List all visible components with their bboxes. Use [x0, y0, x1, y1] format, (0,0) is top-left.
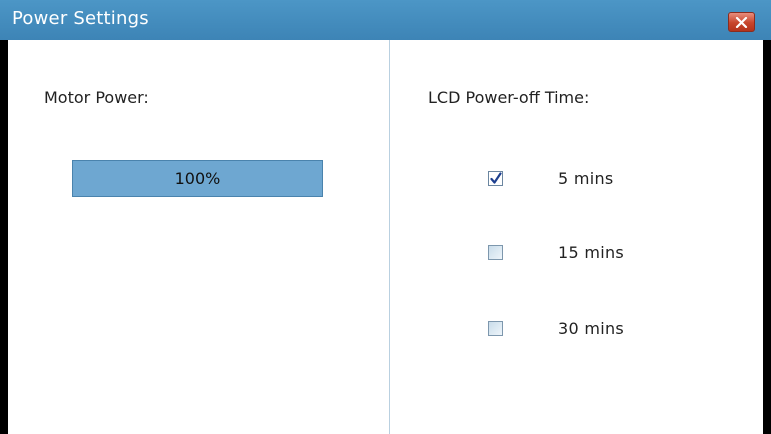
lcd-option-label: 30 mins: [558, 318, 625, 338]
lcd-power-off-label: LCD Power-off Time:: [428, 88, 590, 107]
close-icon: [735, 16, 748, 28]
window-frame-left: [0, 40, 8, 434]
motor-power-value: 100%: [174, 169, 221, 188]
window-title: Power Settings: [12, 8, 149, 29]
lcd-option-5-mins[interactable]: 5 mins: [488, 166, 688, 190]
close-button[interactable]: [728, 12, 755, 32]
lcd-option-30-mins[interactable]: 30 mins: [488, 316, 688, 340]
lcd-option-checkbox[interactable]: [488, 320, 503, 336]
lcd-option-checkbox[interactable]: [488, 244, 503, 260]
checkmark-icon: [490, 171, 502, 184]
title-bar[interactable]: Power Settings: [0, 0, 771, 40]
window-frame-right: [763, 40, 771, 434]
lcd-option-label: 5 mins: [558, 168, 614, 188]
lcd-option-label: 15 mins: [558, 242, 625, 262]
lcd-option-checkbox[interactable]: [488, 170, 503, 186]
motor-power-label: Motor Power:: [44, 88, 149, 107]
power-settings-window: Power Settings Motor Power: 100% LCD Pow…: [0, 0, 771, 434]
motor-power-bar[interactable]: 100%: [72, 160, 323, 197]
lcd-option-15-mins[interactable]: 15 mins: [488, 240, 688, 264]
panel-divider: [389, 40, 390, 434]
